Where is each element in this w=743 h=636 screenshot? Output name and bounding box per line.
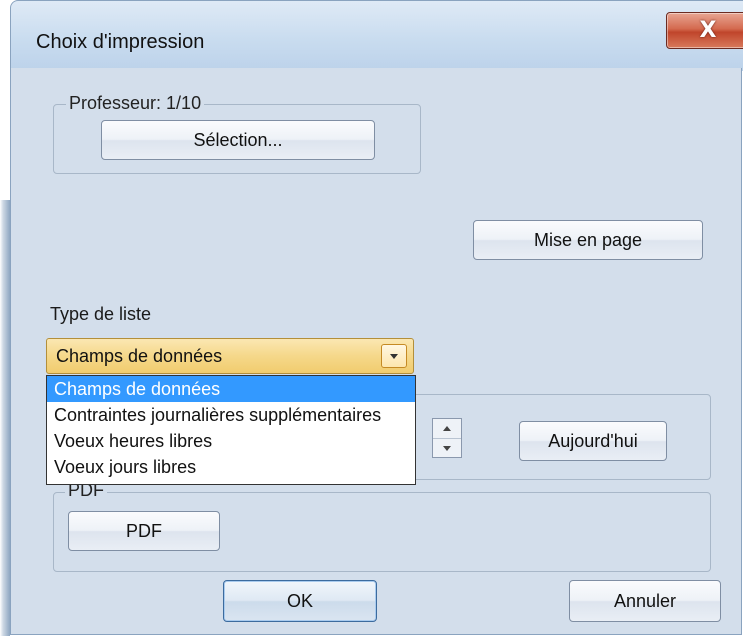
today-button[interactable]: Aujourd'hui [519,421,667,461]
spin-up-button[interactable] [433,419,461,439]
close-button[interactable]: X [666,12,743,49]
close-icon: X [699,18,717,43]
type-liste-label: Type de liste [50,304,152,324]
window-edge [0,200,10,636]
pdf-button[interactable]: PDF [68,511,220,551]
combobox-dropdown-button[interactable] [381,344,407,368]
chevron-down-icon [390,353,398,359]
dropdown-option[interactable]: Voeux heures libres [47,428,415,454]
dropdown-option[interactable]: Contraintes journalières supplémentaires [47,402,415,428]
date-spinner[interactable] [432,418,462,458]
type-liste-dropdown: Champs de données Contraintes journalièr… [46,375,416,485]
window-title: Choix d'impression [36,31,205,53]
dropdown-option[interactable]: Champs de données [47,376,415,402]
title-bar[interactable]: Choix d'impression X [10,0,743,71]
professeur-legend: Professeur: 1/10 [66,93,205,113]
print-dialog: Choix d'impression X Professeur: 1/10 Sé… [0,0,743,636]
arrow-down-icon [443,446,451,451]
arrow-up-icon [443,426,451,431]
spin-down-button[interactable] [433,439,461,458]
selection-button[interactable]: Sélection... [101,120,375,160]
dropdown-option[interactable]: Voeux jours libres [47,454,415,480]
combobox-value: Champs de données [56,346,223,366]
cancel-button[interactable]: Annuler [569,580,721,622]
type-liste-combobox[interactable]: Champs de données [46,338,414,374]
ok-button[interactable]: OK [223,580,377,622]
mise-en-page-button[interactable]: Mise en page [473,220,703,260]
